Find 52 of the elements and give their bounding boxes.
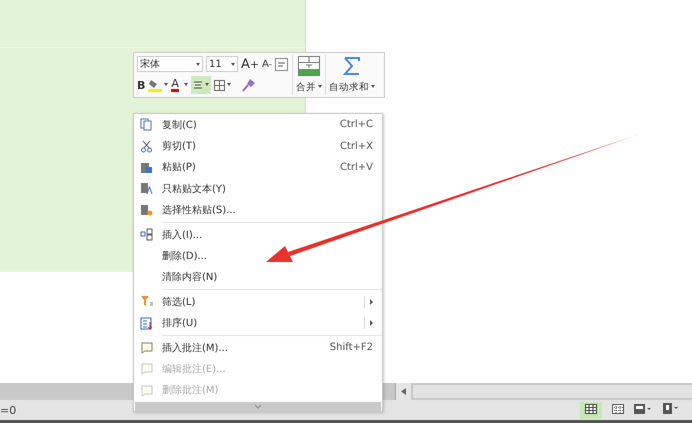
page-break-view-button[interactable] bbox=[612, 404, 624, 416]
grid-icon bbox=[612, 404, 624, 414]
horizontal-scrollbar[interactable] bbox=[413, 385, 692, 398]
status-text: =0 bbox=[0, 404, 16, 416]
submenu-arrow-icon bbox=[370, 298, 373, 305]
merge-cells-icon bbox=[298, 56, 320, 76]
auto-sum-button[interactable]: 自动求和 bbox=[324, 55, 378, 95]
menu-item[interactable]: 清除内容(N) bbox=[134, 266, 382, 288]
font-color-button[interactable]: A bbox=[171, 78, 179, 92]
page-layout-button[interactable] bbox=[634, 404, 652, 416]
comment-icon bbox=[140, 384, 153, 397]
filter-icon bbox=[140, 295, 153, 308]
paste-icon bbox=[140, 160, 153, 174]
sigma-icon bbox=[342, 56, 361, 76]
triangle-left-icon bbox=[401, 388, 406, 395]
paste-special-icon bbox=[140, 204, 153, 217]
chevron-down-icon bbox=[254, 404, 262, 409]
align-center-icon bbox=[192, 81, 203, 89]
menu-item[interactable]: 删除(D)... bbox=[134, 245, 382, 267]
insert-icon bbox=[140, 228, 153, 242]
menu-item[interactable]: 剪切(T) Ctrl+X bbox=[134, 135, 382, 157]
sort-icon bbox=[140, 316, 153, 330]
bold-button[interactable]: B bbox=[137, 78, 146, 92]
format-brush-icon[interactable] bbox=[242, 78, 256, 92]
font-size-field[interactable]: 11 bbox=[206, 56, 238, 72]
reading-mode-button[interactable] bbox=[662, 403, 680, 417]
scroll-left-button[interactable] bbox=[395, 383, 411, 400]
paste-text-icon bbox=[140, 182, 153, 196]
menu-item[interactable]: 插入(I)... bbox=[134, 224, 382, 246]
copy-icon bbox=[140, 118, 153, 132]
font-name-field[interactable]: 宋体 bbox=[137, 56, 203, 72]
menu-item[interactable]: 粘贴(P) Ctrl+V bbox=[134, 156, 382, 178]
menu-item[interactable]: 复制(C) Ctrl+C bbox=[134, 114, 382, 136]
menu-item[interactable]: 选择性粘贴(S)... bbox=[134, 200, 382, 221]
align-button[interactable] bbox=[190, 76, 211, 94]
dropdown-caret-icon[interactable] bbox=[184, 82, 188, 88]
normal-view-button[interactable] bbox=[580, 402, 602, 418]
grid-icon bbox=[585, 404, 597, 414]
menu-item[interactable]: 筛选(L) bbox=[134, 291, 382, 313]
border-button[interactable] bbox=[214, 80, 231, 90]
comment-icon bbox=[140, 362, 153, 376]
wrap-text-icon[interactable] bbox=[274, 58, 288, 70]
merge-button[interactable]: 合并 bbox=[292, 55, 325, 95]
page-icon bbox=[634, 404, 652, 414]
menu-item[interactable]: 插入批注(M)... Shift+F2 bbox=[134, 336, 382, 358]
comment-icon bbox=[140, 341, 153, 354]
cut-icon bbox=[140, 140, 153, 153]
border-grid-icon bbox=[214, 80, 225, 90]
menu-item[interactable]: 只粘贴文本(Y) bbox=[134, 178, 382, 200]
fill-color-button[interactable] bbox=[148, 78, 168, 92]
menu-item[interactable]: 排序(U) bbox=[134, 312, 382, 334]
submenu-arrow-icon bbox=[370, 320, 373, 326]
